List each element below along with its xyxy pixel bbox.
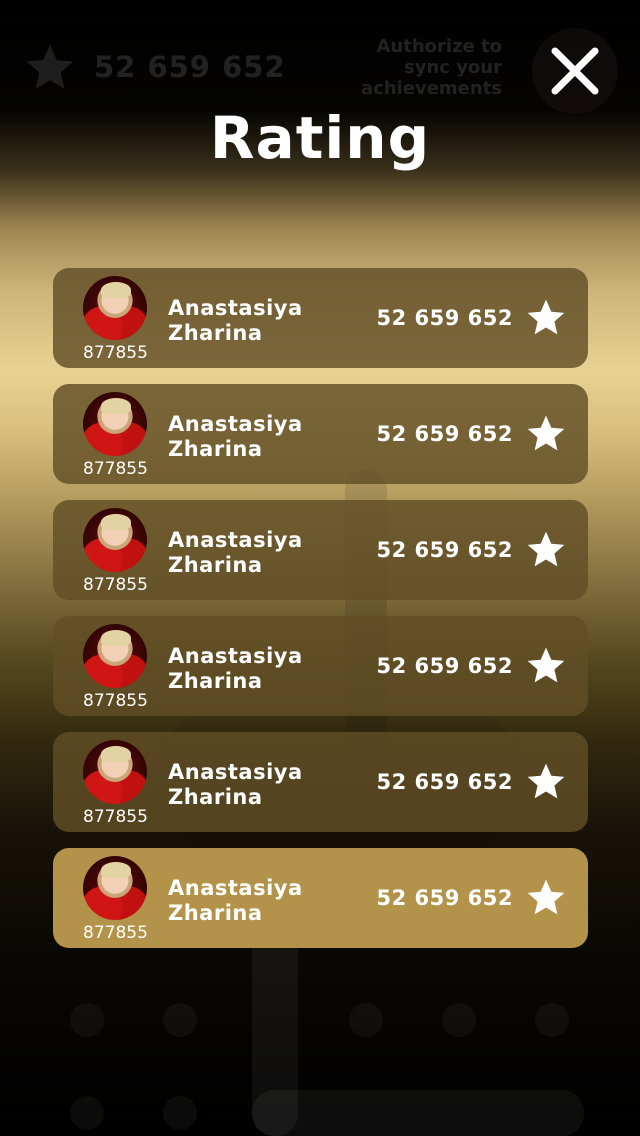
rating-list: 877855 Anastasiya Zharina 52 659 652 877… <box>53 268 588 964</box>
board-dot <box>163 1003 197 1037</box>
user-id: 877855 <box>83 691 148 711</box>
user-score: 52 659 652 <box>376 886 513 910</box>
user-score: 52 659 652 <box>376 770 513 794</box>
star-icon <box>527 879 565 915</box>
user-score: 52 659 652 <box>376 422 513 446</box>
user-name: Anastasiya Zharina <box>168 644 303 693</box>
user-score: 52 659 652 <box>376 538 513 562</box>
rating-row-current-user[interactable]: 877855 Anastasiya Zharina 52 659 652 <box>53 848 588 948</box>
board-dot <box>70 1096 104 1130</box>
user-name: Anastasiya Zharina <box>168 528 303 577</box>
avatar <box>83 392 147 456</box>
rating-row[interactable]: 877855 Anastasiya Zharina 52 659 652 <box>53 384 588 484</box>
avatar <box>83 740 147 804</box>
rating-row[interactable]: 877855 Anastasiya Zharina 52 659 652 <box>53 732 588 832</box>
star-icon <box>527 647 565 683</box>
star-icon <box>527 299 565 335</box>
star-icon <box>527 763 565 799</box>
page-title: Rating <box>209 104 431 172</box>
rating-row[interactable]: 877855 Anastasiya Zharina 52 659 652 <box>53 268 588 368</box>
user-id: 877855 <box>83 807 148 827</box>
user-id: 877855 <box>83 343 148 363</box>
authorize-link[interactable]: Authorize to sync your achievements <box>332 36 502 99</box>
avatar <box>83 624 147 688</box>
user-id: 877855 <box>83 459 148 479</box>
avatar <box>83 508 147 572</box>
avatar <box>83 276 147 340</box>
user-score: 52 659 652 <box>376 306 513 330</box>
user-id: 877855 <box>83 575 148 595</box>
board-dot <box>70 1003 104 1037</box>
rating-row[interactable]: 877855 Anastasiya Zharina 52 659 652 <box>53 500 588 600</box>
star-icon <box>527 415 565 451</box>
board-dot <box>442 1003 476 1037</box>
star-icon <box>26 44 74 89</box>
user-name: Anastasiya Zharina <box>168 412 303 461</box>
rating-row[interactable]: 877855 Anastasiya Zharina 52 659 652 <box>53 616 588 716</box>
user-id: 877855 <box>83 923 148 943</box>
user-name: Anastasiya Zharina <box>168 876 303 925</box>
star-icon <box>527 531 565 567</box>
board-dot <box>349 1003 383 1037</box>
header-score: 52 659 652 <box>94 50 286 84</box>
board-dot <box>535 1003 569 1037</box>
user-score: 52 659 652 <box>376 654 513 678</box>
avatar <box>83 856 147 920</box>
close-icon <box>551 47 599 95</box>
board-shape <box>252 1090 584 1136</box>
user-name: Anastasiya Zharina <box>168 296 303 345</box>
close-button[interactable] <box>532 28 618 114</box>
user-name: Anastasiya Zharina <box>168 760 303 809</box>
board-dot <box>163 1096 197 1130</box>
